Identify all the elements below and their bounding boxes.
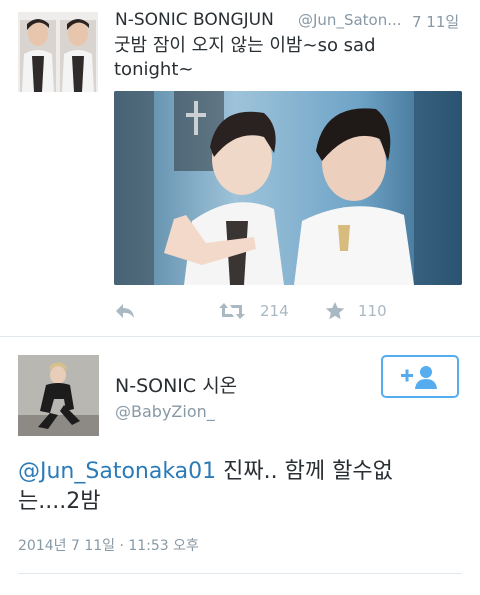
avatar-photo <box>18 355 99 436</box>
tweet-photo[interactable] <box>114 91 462 285</box>
tweet-photo-image <box>114 91 462 285</box>
reply-button[interactable] <box>114 298 136 324</box>
tweet-timestamp[interactable]: 2014년 7 11일 · 11:53 오후 <box>18 535 199 555</box>
author-handle[interactable]: @BabyZion_ <box>115 402 215 421</box>
author-name[interactable]: N-SONIC BONGJUN <box>115 10 274 30</box>
retweet-icon <box>219 303 245 319</box>
avatar-photo <box>18 12 98 92</box>
retweet-button[interactable]: 214 <box>218 298 289 324</box>
tweet-text: 굿밤 잠이 오지 않는 이밤~so sad tonight~ <box>114 35 376 80</box>
avatar[interactable] <box>18 355 99 436</box>
favorite-button[interactable]: 110 <box>324 298 387 324</box>
tweet-actions: 214 110 <box>114 298 462 324</box>
tweet-text: @Jun_Satonaka01 진짜.. 함께 할수없는....2밤 <box>18 457 438 517</box>
author-name[interactable]: N-SONIC 시온 <box>115 371 237 398</box>
retweet-count: 214 <box>260 302 289 320</box>
avatar[interactable] <box>18 12 98 92</box>
star-icon <box>325 301 345 320</box>
tweet-date[interactable]: 7 11일 <box>412 11 459 32</box>
divider <box>0 336 480 337</box>
divider <box>18 573 462 574</box>
reply-icon <box>116 304 134 318</box>
favorite-count: 110 <box>358 302 387 320</box>
author-handle[interactable]: @Jun_Saton... <box>298 11 402 29</box>
follow-button[interactable] <box>381 355 459 398</box>
mention-link[interactable]: @Jun_Satonaka01 <box>18 459 216 484</box>
add-user-icon <box>401 365 437 389</box>
